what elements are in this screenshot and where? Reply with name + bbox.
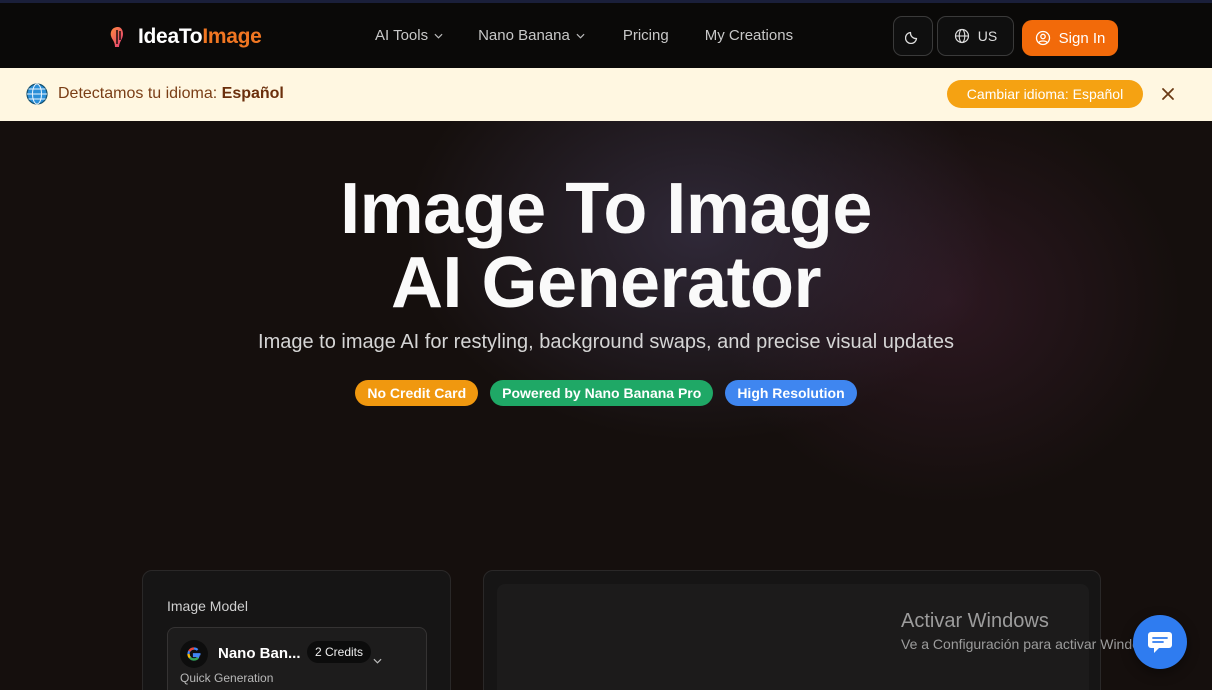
top-nav: IdeaToImage AI Tools Nano Banana Pricing… xyxy=(0,0,1212,68)
logo-text-part1: IdeaTo xyxy=(138,25,203,48)
menu-item-label: Nano Banana xyxy=(478,27,570,44)
globe-icon xyxy=(26,83,48,105)
menu-item-ai-tools[interactable]: AI Tools xyxy=(375,27,443,44)
chevron-down-icon xyxy=(434,33,443,39)
badge-powered-by: Powered by Nano Banana Pro xyxy=(490,380,714,406)
page-title: Image To Image AI Generator xyxy=(0,172,1212,320)
chat-button[interactable] xyxy=(1133,615,1187,669)
language-detect-message: Detectamos tu idioma: xyxy=(58,85,218,102)
windows-activation-subtitle: Ve a Configuración para activar Windows. xyxy=(901,636,1161,652)
menu-item-nano-banana[interactable]: Nano Banana xyxy=(478,27,585,44)
page-title-line1: Image To Image xyxy=(340,169,872,249)
menu-item-label: Pricing xyxy=(622,27,669,44)
logo-text-part2: Image xyxy=(202,25,262,48)
credits-badge: 2 Credits xyxy=(307,641,372,663)
page-title-line2: AI Generator xyxy=(390,243,822,323)
moon-icon xyxy=(905,31,918,44)
chevron-down-icon xyxy=(373,658,382,664)
sign-in-button[interactable]: Sign In xyxy=(1022,20,1118,56)
logo-text: IdeaToImage xyxy=(138,25,262,49)
badge-high-resolution: High Resolution xyxy=(725,380,857,406)
user-circle-icon xyxy=(1035,30,1050,46)
google-icon xyxy=(180,640,208,668)
windows-activation-title: Activar Windows xyxy=(901,610,1049,632)
menu-item-label: My Creations xyxy=(704,27,794,44)
feature-badges: No Credit Card Powered by Nano Banana Pr… xyxy=(0,380,1212,406)
menu-item-my-creations[interactable]: My Creations xyxy=(705,27,793,44)
theme-toggle-button[interactable] xyxy=(893,16,933,56)
language-button[interactable]: US xyxy=(937,16,1014,56)
chat-icon xyxy=(1148,632,1172,653)
badge-no-credit-card: No Credit Card xyxy=(355,380,479,406)
change-language-button[interactable]: Cambiar idioma: Español xyxy=(947,80,1143,108)
language-detect-text: Detectamos tu idioma: Español xyxy=(58,85,284,103)
language-label: US xyxy=(977,28,998,44)
model-name: Nano Ban... xyxy=(218,645,301,662)
model-mode: Quick Generation xyxy=(180,671,274,685)
model-select[interactable]: Nano Ban... 2 Credits Quick Generation xyxy=(167,627,427,690)
menu-item-pricing[interactable]: Pricing xyxy=(623,27,669,44)
chevron-down-icon xyxy=(576,33,585,39)
main-menu: AI Tools Nano Banana Pricing My Creation… xyxy=(375,27,793,44)
detected-language: Español xyxy=(221,85,284,102)
globe-icon xyxy=(954,28,969,44)
menu-item-label: AI Tools xyxy=(375,27,429,44)
logo[interactable]: IdeaToImage xyxy=(108,25,262,49)
settings-panel: Image Model Nano Ban... 2 Credits Quick … xyxy=(142,570,451,690)
language-banner: Detectamos tu idioma: Español Cambiar id… xyxy=(0,68,1212,121)
logo-icon xyxy=(110,27,123,47)
close-icon[interactable] xyxy=(1160,86,1176,102)
page-subtitle: Image to image AI for restyling, backgro… xyxy=(258,331,954,353)
image-model-label: Image Model xyxy=(167,598,248,614)
sign-in-label: Sign In xyxy=(1058,29,1106,47)
